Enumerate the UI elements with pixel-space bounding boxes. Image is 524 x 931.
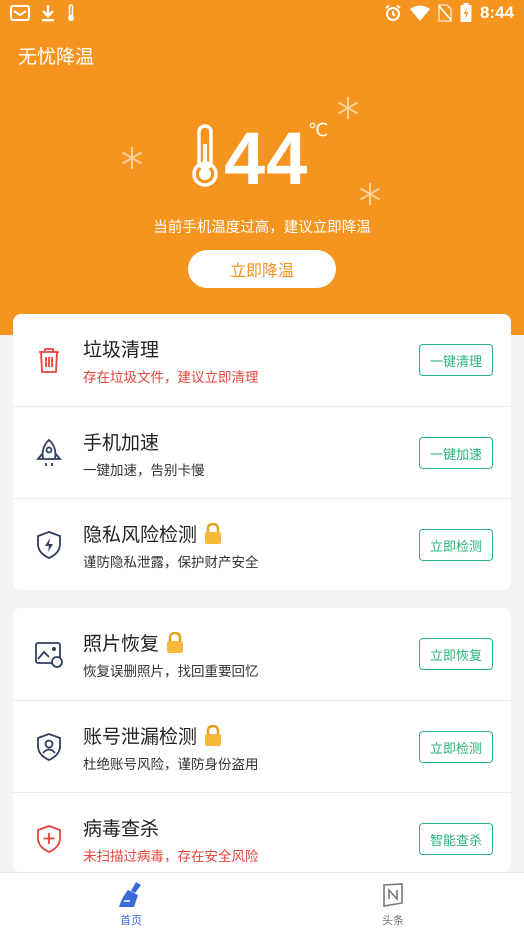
- feature-title: 隐私风险检测: [83, 524, 198, 546]
- feature-row-speed-up[interactable]: 手机加速 一键加速，告别卡慢 一键加速: [13, 407, 511, 499]
- temperature-message: 当前手机温度过高，建议立即降温: [153, 220, 371, 236]
- thermometer-icon: [192, 124, 218, 187]
- feature-title: 账号泄漏检测: [83, 726, 198, 748]
- lock-icon: [205, 522, 222, 544]
- status-bar: 8:44: [0, 0, 524, 28]
- feature-row-photo-restore[interactable]: 照片恢复 恢复误删照片，找回重要回忆 立即恢复: [13, 608, 511, 700]
- privacy-check-button[interactable]: 立即检测: [419, 529, 493, 561]
- lock-icon: [167, 631, 184, 653]
- feature-row-account-leak[interactable]: 账号泄漏检测 杜绝账号风险，谨防身份盗用 立即检测: [13, 701, 511, 793]
- feature-title: 病毒查杀: [83, 818, 160, 840]
- broom-icon: [119, 882, 141, 907]
- feature-row-privacy-check[interactable]: 隐私风险检测 谨防隐私泄露，保护财产安全 立即检测: [13, 499, 511, 591]
- temperature-unit: ℃: [308, 120, 329, 141]
- speed-up-button[interactable]: 一键加速: [419, 437, 493, 469]
- trash-icon: [39, 348, 59, 373]
- features-card-1: 垃圾清理 存在垃圾文件，建议立即清理 一键清理 手机加速 一键加速，告别卡慢 一…: [13, 314, 511, 590]
- photo-restore-button[interactable]: 立即恢复: [419, 638, 493, 670]
- features-card-2: 照片恢复 恢复误删照片，找回重要回忆 立即恢复 账号泄漏检测 杜绝账号风险，谨防…: [13, 608, 511, 872]
- news-icon: [383, 883, 403, 907]
- thermometer-small-icon: [68, 4, 74, 21]
- virus-scan-button[interactable]: 智能查杀: [419, 823, 493, 855]
- wifi-icon: [409, 5, 430, 21]
- feature-subtitle: 恢复误删照片，找回重要回忆: [83, 664, 259, 680]
- feature-title: 手机加速: [83, 432, 160, 454]
- status-time: 8:44: [479, 3, 514, 22]
- feature-subtitle: 一键加速，告别卡慢: [83, 463, 205, 479]
- account-leak-check-button[interactable]: 立即检测: [419, 731, 493, 763]
- virus-shield-icon: [37, 825, 61, 853]
- cool-down-button[interactable]: 立即降温: [188, 250, 336, 288]
- photo-restore-icon: [35, 642, 63, 668]
- feature-subtitle: 杜绝账号风险，谨防身份盗用: [83, 757, 259, 773]
- lock-icon: [205, 724, 222, 746]
- snowflake-icon: [121, 147, 143, 169]
- feature-subtitle: 存在垃圾文件，建议立即清理: [83, 370, 259, 386]
- header-banner: 8:44 无忧降温 44 ℃ 当前手机温度过高，建议立即降温 立即降温: [0, 0, 524, 335]
- temperature-display: 44 ℃: [188, 117, 348, 200]
- battery-icon: [460, 3, 472, 22]
- tab-label: 首页: [120, 914, 142, 927]
- shield-bolt-icon: [37, 531, 61, 559]
- mail-icon: [10, 5, 30, 21]
- no-sim-icon: [438, 4, 452, 22]
- feature-subtitle: 未扫描过病毒，存在安全风险: [83, 849, 259, 865]
- rocket-icon: [36, 438, 62, 466]
- feature-title: 垃圾清理: [83, 339, 160, 361]
- account-shield-icon: [37, 733, 61, 761]
- app-title: 无忧降温: [18, 46, 95, 68]
- temperature-value: 44: [224, 117, 309, 200]
- tab-label: 头条: [382, 914, 404, 927]
- download-icon: [42, 5, 54, 22]
- junk-clean-button[interactable]: 一键清理: [419, 344, 493, 376]
- snowflake-icon: [359, 183, 381, 205]
- feature-title: 照片恢复: [83, 633, 160, 655]
- bottom-tab-bar: 首页 头条: [0, 872, 524, 931]
- snowflake-icon: [337, 97, 359, 119]
- feature-row-junk-clean[interactable]: 垃圾清理 存在垃圾文件，建议立即清理 一键清理: [13, 314, 511, 406]
- alarm-icon: [385, 4, 401, 21]
- tab-news[interactable]: 头条: [343, 879, 443, 929]
- feature-subtitle: 谨防隐私泄露，保护财产安全: [83, 555, 259, 571]
- tab-home[interactable]: 首页: [81, 879, 181, 929]
